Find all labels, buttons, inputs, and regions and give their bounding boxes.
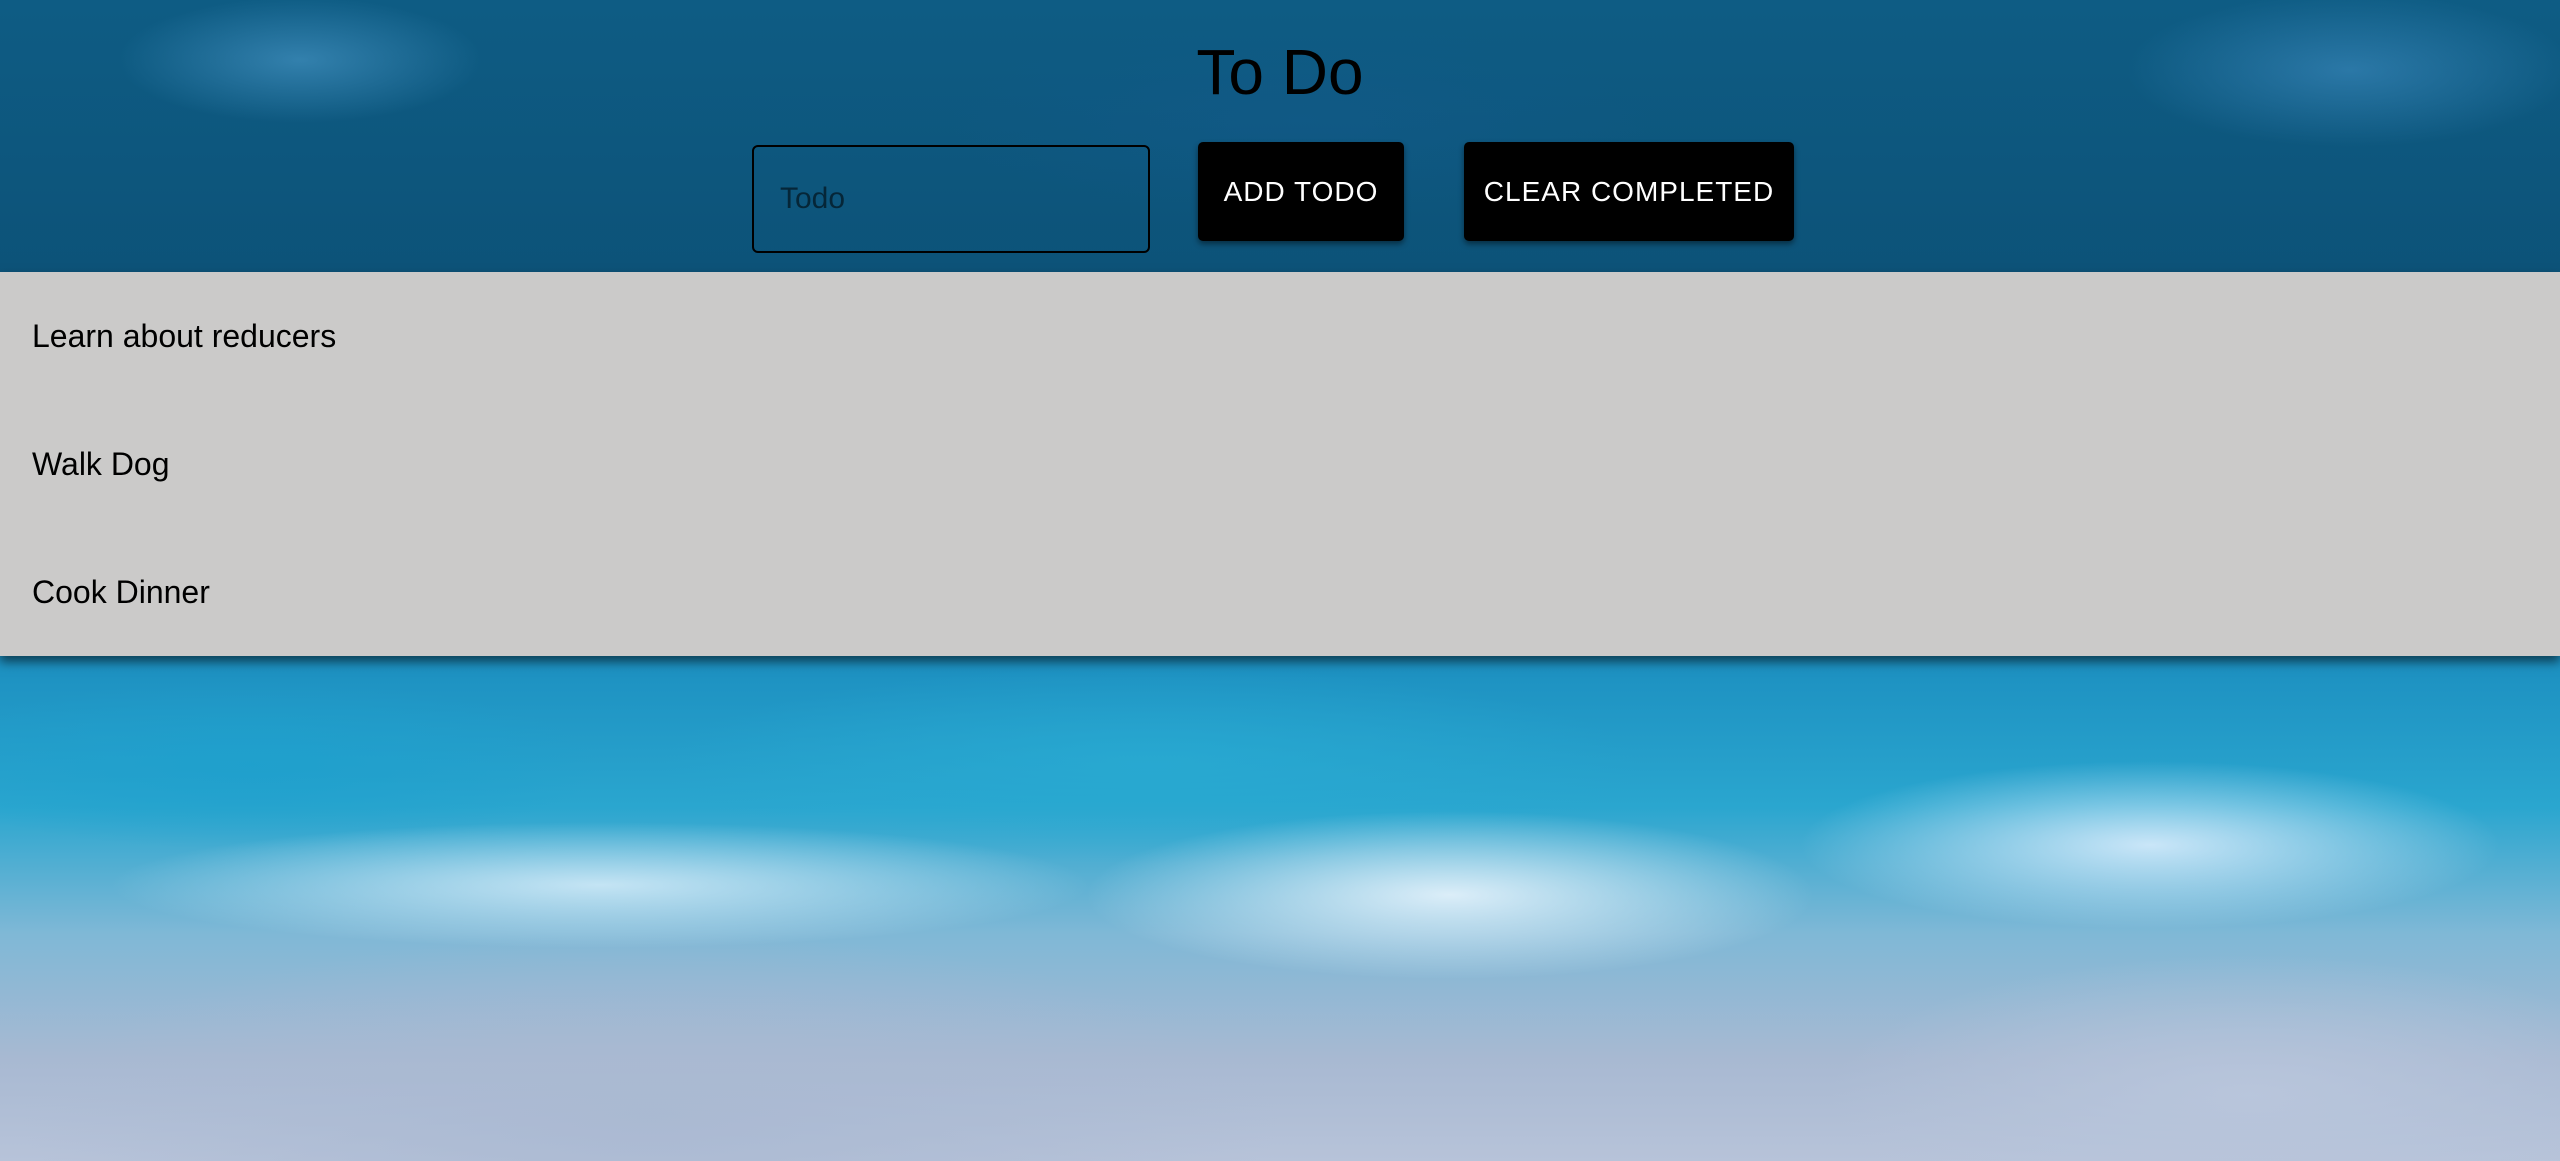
page-title: To Do <box>1196 36 1364 108</box>
todo-item[interactable]: Walk Dog <box>0 400 2560 528</box>
todo-item[interactable]: Learn about reducers <box>0 272 2560 400</box>
app-root: To Do ADD TODO CLEAR COMPLETED Learn abo… <box>0 0 2560 1161</box>
todo-list: Learn about reducers Walk Dog Cook Dinne… <box>0 272 2560 656</box>
todo-item[interactable]: Cook Dinner <box>0 528 2560 656</box>
header: To Do ADD TODO CLEAR COMPLETED <box>0 0 2560 272</box>
todo-item-text: Cook Dinner <box>32 573 210 610</box>
todo-item-text: Walk Dog <box>32 445 170 482</box>
ocean-background-image <box>0 655 2560 1161</box>
todo-item-text: Learn about reducers <box>32 317 337 354</box>
todo-input[interactable] <box>752 145 1150 253</box>
add-todo-button[interactable]: ADD TODO <box>1198 142 1404 241</box>
clear-completed-button[interactable]: CLEAR COMPLETED <box>1464 142 1794 241</box>
